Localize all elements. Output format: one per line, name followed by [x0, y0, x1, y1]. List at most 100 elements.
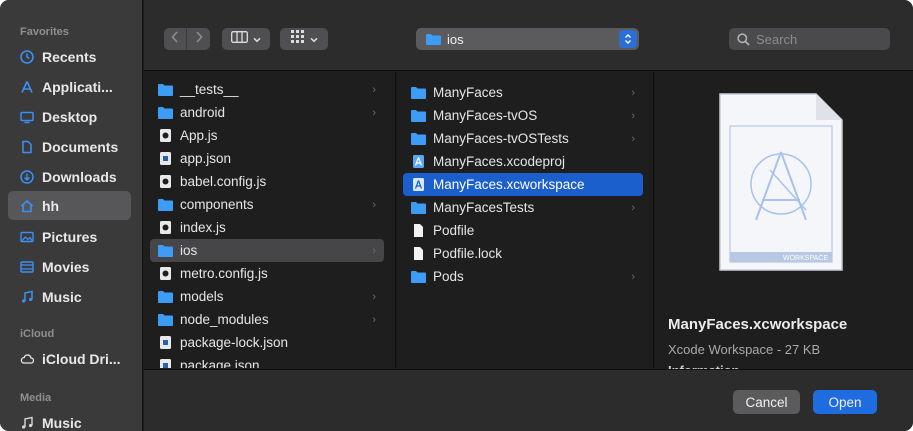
list-item[interactable]: models › — [150, 285, 384, 308]
open-button[interactable]: Open — [813, 390, 877, 414]
list-item[interactable]: ManyFacesTests › — [403, 196, 643, 219]
list-item[interactable]: android › — [150, 101, 384, 124]
sidebar-item-desktop[interactable]: Desktop — [8, 102, 131, 131]
list-item[interactable]: package.json — [150, 354, 384, 368]
grid-icon — [290, 30, 305, 48]
folder-icon — [158, 313, 173, 326]
folder-icon — [411, 109, 426, 122]
list-item[interactable]: node_modules › — [150, 308, 384, 331]
sidebar-item-music[interactable]: Music — [8, 282, 131, 311]
music-icon — [20, 290, 34, 304]
chevron-right-icon: › — [372, 106, 376, 119]
preview-file-name: ManyFaces.xcworkspace — [668, 316, 848, 333]
list-item-label: package.json — [180, 358, 260, 368]
sidebar-section-icloud: iCloud — [20, 328, 55, 340]
sidebar-item-downloads[interactable]: Downloads — [8, 162, 131, 191]
list-item-label: Pods — [433, 269, 464, 284]
list-item-label: android — [180, 105, 226, 120]
chevron-down-icon — [253, 30, 261, 48]
js-file-icon — [158, 221, 173, 234]
file-icon — [411, 224, 426, 237]
list-item[interactable]: Pods › — [403, 265, 643, 288]
chevron-right-icon: › — [631, 201, 635, 214]
sidebar-item-movies[interactable]: Movies — [8, 252, 131, 281]
sidebar-item-label: iCloud Dri... — [42, 350, 121, 367]
search-icon — [737, 32, 750, 46]
toolbar: ios — [144, 0, 913, 71]
list-item[interactable]: ManyFaces.xcodeproj — [403, 150, 643, 173]
list-item-selected[interactable]: ManyFaces.xcworkspace — [403, 173, 643, 196]
list-item-label: babel.config.js — [180, 174, 267, 189]
list-item[interactable]: package-lock.json — [150, 331, 384, 354]
chevron-right-icon: › — [372, 313, 376, 326]
folder-icon — [411, 132, 426, 145]
view-mode-button[interactable] — [222, 28, 270, 50]
list-item-label: app.json — [180, 151, 232, 166]
json-file-icon — [158, 336, 173, 349]
list-item[interactable]: ManyFaces-tvOSTests › — [403, 127, 643, 150]
list-item-selected[interactable]: ios › — [150, 239, 384, 262]
desktop-icon — [20, 110, 34, 124]
chevron-right-icon: › — [631, 132, 635, 145]
sidebar-item-label: Music — [42, 288, 82, 305]
sidebar-item-label: Recents — [42, 48, 97, 65]
back-button[interactable] — [164, 28, 187, 50]
list-item[interactable]: app.json — [150, 147, 384, 170]
folder-icon — [426, 33, 441, 45]
json-file-icon — [158, 359, 173, 368]
folder-icon — [411, 270, 426, 283]
list-item-label: metro.config.js — [180, 266, 268, 281]
chevron-right-icon: › — [372, 83, 376, 96]
sidebar-item-pictures[interactable]: Pictures — [8, 222, 131, 251]
file-icon — [411, 247, 426, 260]
columns-view-icon — [231, 30, 248, 48]
sidebar-item-documents[interactable]: Documents — [8, 132, 131, 161]
search-input[interactable] — [756, 31, 876, 47]
folder-icon — [158, 244, 173, 257]
list-item[interactable]: index.js — [150, 216, 384, 239]
music-icon — [20, 416, 34, 430]
sidebar-item-applications[interactable]: Applicati... — [8, 72, 131, 101]
xcode-file-icon — [411, 155, 426, 168]
list-item-label: App.js — [180, 128, 218, 143]
clock-icon — [20, 49, 34, 64]
list-item[interactable]: App.js — [150, 124, 384, 147]
list-item-label: index.js — [180, 220, 226, 235]
search-field[interactable] — [729, 28, 890, 50]
list-item[interactable]: ManyFaces › — [403, 81, 643, 104]
forward-button[interactable] — [187, 28, 210, 50]
list-item-label: package-lock.json — [180, 335, 289, 350]
js-file-icon — [158, 175, 173, 188]
sidebar-item-media-music[interactable]: Music — [8, 408, 131, 431]
sidebar-item-recents[interactable]: Recents — [8, 42, 131, 71]
list-item[interactable]: ManyFaces-tvOS › — [403, 104, 643, 127]
sidebar-item-icloud-drive[interactable]: iCloud Dri... — [8, 344, 131, 373]
list-item[interactable]: Podfile.lock — [403, 242, 643, 265]
group-by-button[interactable] — [280, 28, 328, 50]
location-popup[interactable]: ios — [416, 28, 639, 50]
folder-icon — [411, 86, 426, 99]
workspace-document-icon: WORKSPACE — [718, 92, 844, 272]
applications-icon — [20, 80, 34, 94]
chevron-right-icon — [195, 30, 203, 48]
list-item[interactable]: Podfile — [403, 219, 643, 242]
list-item-label: ManyFaces-tvOSTests — [433, 131, 569, 146]
chevron-right-icon: › — [631, 86, 635, 99]
sidebar-item-label: Movies — [42, 258, 90, 275]
json-file-icon — [158, 152, 173, 165]
sidebar-item-hh[interactable]: hh — [8, 191, 131, 220]
home-icon — [20, 199, 34, 213]
open-file-dialog: Favorites Recents Applicati... Desktop D… — [0, 0, 913, 431]
sidebar-item-label: Pictures — [42, 228, 98, 245]
sidebar: Favorites Recents Applicati... Desktop D… — [0, 0, 143, 431]
download-icon — [20, 169, 34, 184]
list-item[interactable]: metro.config.js — [150, 262, 384, 285]
sidebar-item-label: Desktop — [42, 108, 98, 125]
list-item[interactable]: babel.config.js — [150, 170, 384, 193]
list-item[interactable]: __tests__ › — [150, 78, 384, 101]
cancel-button[interactable]: Cancel — [733, 390, 800, 414]
list-item[interactable]: components › — [150, 193, 384, 216]
list-item-label: ios — [180, 243, 198, 258]
folder-icon — [158, 198, 173, 211]
folder-icon — [158, 290, 173, 303]
